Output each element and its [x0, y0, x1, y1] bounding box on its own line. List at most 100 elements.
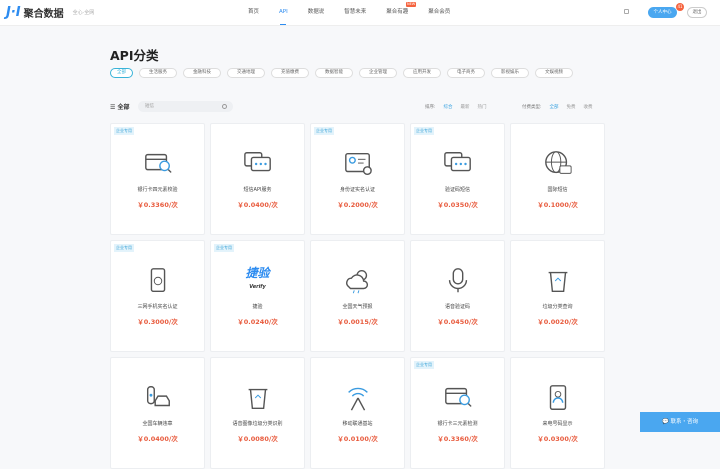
api-price: ￥0.3000/次: [137, 318, 178, 326]
main-nav: 首页 API 数据说 智慧未来 聚合有趣 NEW 聚合会员: [238, 0, 460, 26]
all-label: 全部: [117, 104, 130, 111]
tagline: 全心·全网: [72, 10, 95, 16]
nav-item[interactable]: API: [269, 0, 298, 26]
logo[interactable]: J·I 聚合数据 全心·全网: [6, 5, 94, 20]
caller-id-icon: [549, 385, 566, 410]
weather-icon: [345, 269, 368, 294]
microphone-icon: [448, 268, 467, 293]
api-card[interactable]: 企业专用验证码短信 ￥0.0350/次: [410, 123, 505, 235]
category-tab[interactable]: 数据智能: [315, 68, 353, 78]
api-name: 短信API服务: [243, 187, 272, 193]
category-tab[interactable]: 文娱视频: [535, 68, 573, 78]
api-card[interactable]: 企业专用 银行卡三元素检测 ￥0.3360/次: [410, 357, 505, 469]
api-card[interactable]: 企业专用 捷验 Verify 捷验 ￥0.0240/次: [210, 240, 305, 352]
category-tab[interactable]: 影视娱乐: [491, 68, 529, 78]
signal-tower-icon: [347, 387, 368, 411]
api-name: 银行卡四元素校验: [137, 187, 178, 193]
filter-bar: ☰ 全部 短信 排序: 综合 最新 热门 付费类型: 全部 免费 收费: [110, 101, 605, 113]
search-icon[interactable]: [624, 9, 629, 14]
category-tab[interactable]: 电子商务: [447, 68, 485, 78]
nav-item[interactable]: 聚合有趣 NEW: [376, 0, 418, 26]
enterprise-badge: 企业专用: [414, 127, 434, 135]
jieyan-logo-icon: 捷验 Verify: [242, 266, 274, 296]
api-name: 来电号码显示: [542, 421, 573, 427]
api-card[interactable]: 垃圾分类查询 ￥0.0020/次: [510, 240, 605, 352]
category-tab[interactable]: 交通地理: [227, 68, 265, 78]
notification-badge: 41: [676, 3, 684, 11]
phone-icon: [150, 268, 165, 293]
bank-card-check-icon: [444, 387, 472, 407]
pay-option[interactable]: 收费: [584, 104, 593, 110]
nav-item[interactable]: 数据说: [298, 0, 335, 26]
api-card[interactable]: 短信API服务 ￥0.0400/次: [210, 123, 305, 235]
enterprise-badge: 企业专用: [214, 244, 234, 252]
api-name: 验证码短信: [444, 187, 470, 193]
api-card[interactable]: 移动联通基站 ￥0.0100/次: [310, 357, 405, 469]
nav-item[interactable]: 智慧未来: [334, 0, 376, 26]
pay-type-options: 付费类型: 全部 免费 收费: [522, 104, 593, 110]
search-input[interactable]: 短信: [138, 101, 233, 112]
search-icon[interactable]: [222, 104, 227, 109]
nav-item[interactable]: 聚合会员: [418, 0, 460, 26]
api-name: 银行卡三元素检测: [437, 421, 478, 427]
category-tab[interactable]: 应用开发: [403, 68, 441, 78]
enterprise-badge: 企业专用: [414, 361, 434, 369]
api-card[interactable]: 语音验证码 ￥0.0450/次: [410, 240, 505, 352]
nav-item[interactable]: 首页: [238, 0, 269, 26]
category-tab[interactable]: 企业管理: [359, 68, 397, 78]
api-name: 语音图像垃圾分类识别: [232, 421, 283, 427]
api-name: 语音验证码: [444, 304, 470, 310]
api-name: 全国天气预报: [342, 304, 373, 310]
category-tab[interactable]: 全部: [110, 68, 133, 78]
api-card[interactable]: 全国天气预报 ￥0.0015/次: [310, 240, 405, 352]
sort-option[interactable]: 热门: [478, 104, 487, 110]
api-price: ￥0.0350/次: [437, 201, 478, 209]
api-price: ￥0.2000/次: [337, 201, 378, 209]
pay-option[interactable]: 全部: [550, 104, 559, 110]
api-price: ￥0.0450/次: [437, 318, 478, 326]
api-card[interactable]: 国际短信 ￥0.1000/次: [510, 123, 605, 235]
api-price: ￥0.1000/次: [537, 201, 578, 209]
api-card[interactable]: 来电号码显示 ￥0.0300/次: [510, 357, 605, 469]
api-grid: 企业专用 银行卡四元素校验 ￥0.3360/次 短信API服务 ￥0.0400/次 企业专…: [110, 123, 605, 469]
category-tab[interactable]: 充值缴费: [271, 68, 309, 78]
enterprise-badge: 企业专用: [314, 127, 334, 135]
globe-icon: [544, 151, 572, 174]
api-price: ￥0.0020/次: [537, 318, 578, 326]
logo-text: 捷验: [245, 266, 270, 280]
search-placeholder: 短信: [145, 104, 154, 109]
api-price: ￥0.3360/次: [137, 201, 178, 209]
api-price: ￥0.0400/次: [237, 201, 278, 209]
trash-bin-icon: [248, 388, 267, 410]
api-card[interactable]: 全国车辆违章 ￥0.0400/次: [110, 357, 205, 469]
api-name: 三网手机实名认证: [137, 304, 178, 310]
api-card[interactable]: 语音图像垃圾分类识别 ￥0.0080/次: [210, 357, 305, 469]
user-center-button[interactable]: 个人中心: [648, 7, 677, 18]
api-card[interactable]: 企业专用 三网手机实名认证 ￥0.3000/次: [110, 240, 205, 352]
pay-option[interactable]: 免费: [567, 104, 576, 110]
contact-button[interactable]: 💬 联系・咨询: [640, 412, 720, 432]
sort-option[interactable]: 最新: [461, 104, 470, 110]
api-name: 身份证实名认证: [339, 187, 375, 193]
bank-card-check-icon: [144, 153, 172, 173]
all-filter[interactable]: ☰ 全部: [110, 102, 129, 111]
sort-option[interactable]: 综合: [444, 104, 453, 110]
api-card[interactable]: 企业专用银行卡四元素校验 ￥0.3360/次: [110, 123, 205, 235]
api-card[interactable]: 企业专用身份证实名认证 ￥0.2000/次: [310, 123, 405, 235]
page-title: API分类: [110, 48, 159, 63]
sort-label: 排序:: [425, 105, 436, 110]
api-price: ￥0.0015/次: [337, 318, 378, 326]
category-tab[interactable]: 金融科技: [183, 68, 221, 78]
api-name: 移动联通基站: [342, 421, 373, 427]
api-name: 垃圾分类查询: [542, 304, 573, 310]
logo-mark-icon: J·I: [6, 5, 21, 20]
chat-bubbles-icon: [443, 152, 471, 172]
enterprise-badge: 企业专用: [114, 127, 134, 135]
top-bar: J·I 聚合数据 全心·全网 首页 API 数据说 智慧未来 聚合有趣 NEW 聚合会员 个人中…: [0, 0, 720, 26]
logout-button[interactable]: 退出: [687, 7, 707, 18]
api-name: 捷验: [252, 304, 263, 310]
chat-bubbles-icon: [243, 152, 271, 172]
category-tab[interactable]: 生活服务: [139, 68, 177, 78]
logo-text: 聚合数据: [23, 9, 64, 20]
id-card-icon: [344, 152, 372, 176]
